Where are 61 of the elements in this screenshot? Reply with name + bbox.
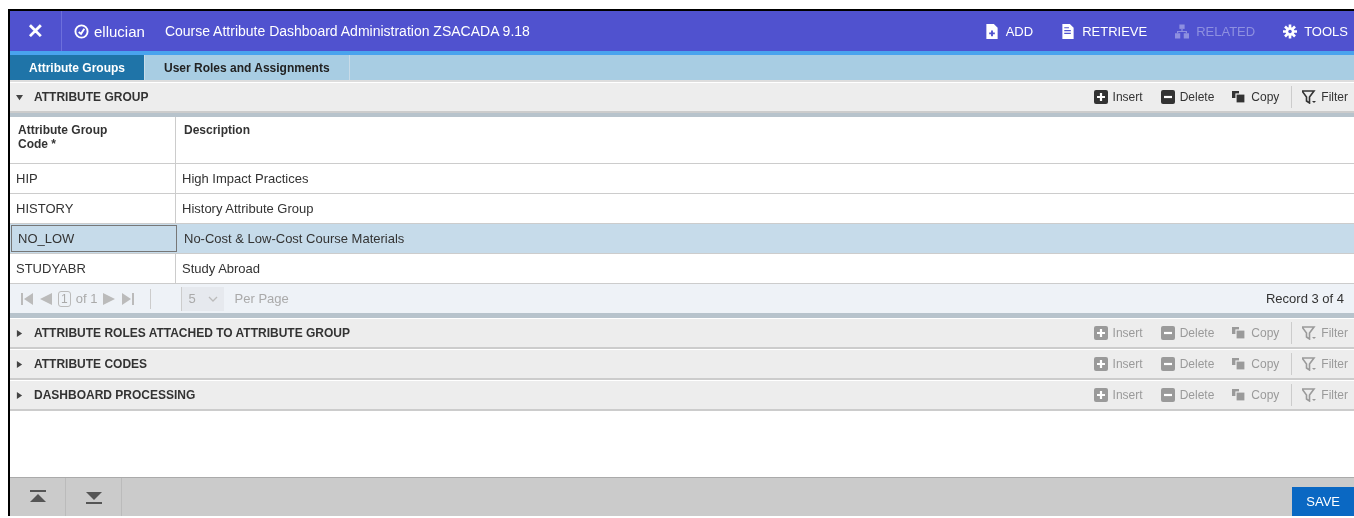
- copy-icon: [1232, 90, 1247, 104]
- arrow-to-bottom-icon: [83, 490, 104, 504]
- retrieve-button[interactable]: RETRIEVE: [1061, 23, 1148, 39]
- section-title: DASHBOARD PROCESSING: [34, 388, 196, 402]
- table-cell-text: High Impact Practices: [181, 170, 310, 188]
- section-title: ATTRIBUTE CODES: [34, 357, 148, 371]
- last-page-icon[interactable]: [121, 291, 136, 306]
- insert-button[interactable]: Insert: [1093, 90, 1143, 104]
- filter-icon: [1302, 326, 1317, 340]
- window-title: Course Attribute Dashboard Administration ZSACADA 9.18: [164, 23, 530, 39]
- column-header[interactable]: Description: [176, 117, 1354, 163]
- copy-icon: [1232, 357, 1247, 371]
- table-row[interactable]: NO_LOW No-Cost & Low-Cost Course Materials: [10, 224, 1354, 254]
- table-cell-text: Study Abroad: [181, 260, 262, 278]
- table-cell: HIP: [10, 164, 176, 193]
- table-cell-text: No-Cost & Low-Cost Course Materials: [183, 230, 406, 248]
- delete-button[interactable]: Delete: [1160, 90, 1215, 104]
- plus-icon: [1093, 357, 1108, 371]
- copy-icon: [1232, 326, 1247, 340]
- save-button[interactable]: SAVE: [1292, 487, 1354, 516]
- table-cell: NO_LOW: [11, 225, 177, 252]
- gear-icon: [1283, 23, 1298, 39]
- tab[interactable]: User Roles and Assignments: [145, 55, 350, 80]
- tools-button[interactable]: TOOLS: [1283, 23, 1348, 39]
- plus-icon: [1093, 90, 1108, 104]
- arrow-to-top-icon: [27, 490, 48, 504]
- section-title: ATTRIBUTE ROLES ATTACHED TO ATTRIBUTE GROUP: [34, 326, 350, 340]
- add-button[interactable]: ADD: [984, 23, 1034, 39]
- filter-icon: [1302, 388, 1317, 402]
- hierarchy-icon: [1175, 23, 1190, 39]
- filter-button[interactable]: Filter: [1291, 86, 1354, 108]
- copy-icon: [1232, 388, 1247, 402]
- table-cell-text: History Attribute Group: [181, 200, 315, 218]
- table-row[interactable]: HIP High Impact Practices: [10, 164, 1354, 194]
- minus-icon: [1160, 357, 1175, 371]
- close-button[interactable]: ✕: [10, 11, 62, 51]
- copy-button[interactable]: Copy: [1232, 90, 1280, 104]
- plus-icon: [1093, 388, 1108, 402]
- chevron-icon: [207, 295, 218, 302]
- document-icon: [1061, 23, 1076, 39]
- first-page-icon[interactable]: [20, 291, 34, 306]
- section-header[interactable]: ATTRIBUTE GROUP Insert Delete Copy Filter: [10, 83, 1354, 113]
- table-cell: STUDYABR: [10, 254, 176, 283]
- table-cell: HISTORY: [10, 194, 176, 223]
- record-count: Record 3 of 4: [1265, 291, 1344, 306]
- page-count: of 1: [75, 291, 98, 306]
- minus-icon: [1160, 388, 1175, 402]
- tab[interactable]: Attribute Groups: [10, 55, 145, 80]
- section-title: ATTRIBUTE GROUP: [34, 90, 149, 104]
- filter-icon: [1302, 90, 1317, 104]
- logo-icon: [74, 23, 89, 39]
- minus-icon: [1160, 326, 1175, 340]
- plus-icon: [1093, 326, 1108, 340]
- next-page-icon[interactable]: [102, 291, 117, 306]
- filter-icon: [1302, 357, 1317, 371]
- previous-page-icon[interactable]: [39, 291, 53, 306]
- per-page-label: Per Page: [234, 291, 289, 306]
- brand-name: ellucian: [94, 22, 145, 40]
- minus-icon: [1160, 90, 1175, 104]
- document-plus-icon: [984, 23, 999, 39]
- column-header[interactable]: Attribute Group Code *: [10, 117, 176, 163]
